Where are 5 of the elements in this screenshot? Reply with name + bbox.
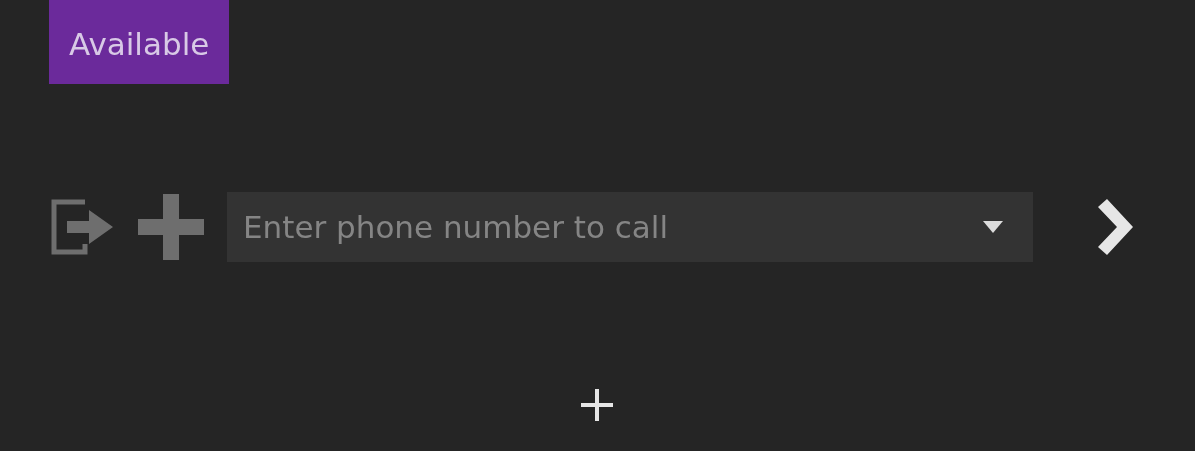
- phone-number-field[interactable]: Enter phone number to call: [227, 192, 1033, 262]
- chevron-right-icon[interactable]: [1095, 197, 1135, 257]
- dropdown-caret-icon[interactable]: [983, 221, 1003, 233]
- status-badge[interactable]: Available: [49, 0, 230, 84]
- add-icon[interactable]: [580, 389, 613, 421]
